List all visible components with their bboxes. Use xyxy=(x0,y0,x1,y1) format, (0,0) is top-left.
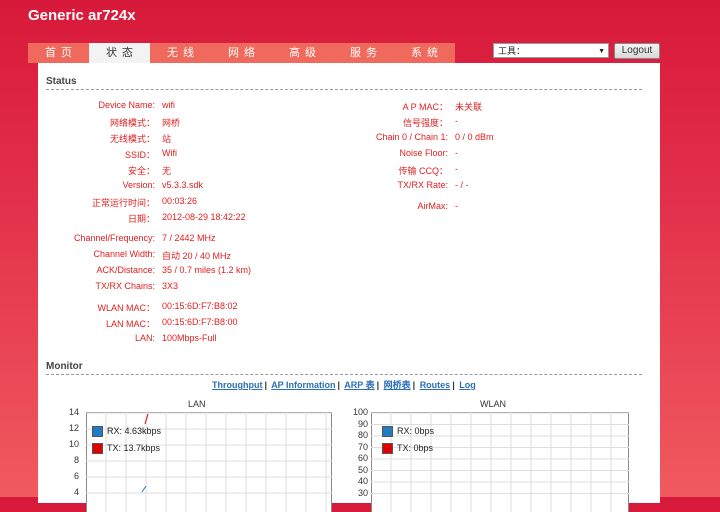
content-panel: Status Device Name: wifi 网络模式： 网桥无线模式： 站 SSID… xyxy=(38,63,660,503)
tab-3[interactable]: 网络 xyxy=(211,43,272,63)
status-label: 安全： xyxy=(38,164,155,177)
status-value: 无 xyxy=(162,164,171,177)
y-tick-label: 50 xyxy=(348,465,368,475)
status-label: 信号强度： xyxy=(338,116,448,129)
status-label: A P MAC： xyxy=(338,100,448,113)
legend-label: RX: 0bps xyxy=(397,426,434,436)
tools-select-value: 工具： xyxy=(498,46,525,56)
link-ap-information[interactable]: AP Information xyxy=(271,380,335,390)
status-value: 站 xyxy=(162,132,171,145)
link-arp-table[interactable]: ARP 表 xyxy=(344,380,374,390)
divider xyxy=(46,374,642,375)
y-tick-label: 6 xyxy=(59,471,79,481)
y-tick-label: 10 xyxy=(59,439,79,449)
status-label: 网络模式： xyxy=(38,116,155,129)
tab-2[interactable]: 无线 xyxy=(150,43,211,63)
y-tick-label: 60 xyxy=(348,453,368,463)
status-value: 00:03:26 xyxy=(162,196,197,206)
status-value: 7 / 2442 MHz xyxy=(162,233,216,243)
status-value: - xyxy=(455,116,458,126)
main-nav: 首页状态无线网络高级服务系统 xyxy=(28,43,455,63)
y-tick-label: 100 xyxy=(348,407,368,417)
status-label: Version: xyxy=(38,180,155,190)
status-value: 100Mbps-Full xyxy=(162,333,217,343)
status-label: 正常运行时间： xyxy=(38,196,155,209)
status-value: 0 / 0 dBm xyxy=(455,132,494,142)
status-value: 未关联 xyxy=(455,100,482,113)
tab-5[interactable]: 服务 xyxy=(333,43,394,63)
chevron-down-icon: ▼ xyxy=(598,44,605,59)
link-throughput[interactable]: Throughput xyxy=(212,380,262,390)
status-value: 00:15:6D:F7:B8:00 xyxy=(162,317,238,327)
status-value: - xyxy=(455,201,458,211)
status-value: 2012-08-29 18:42:22 xyxy=(162,212,246,222)
status-section-title: Status xyxy=(46,76,77,87)
tools-select[interactable]: 工具： ▼ xyxy=(493,43,609,58)
legend-label: TX: 0bps xyxy=(397,443,433,453)
status-value: 自动 20 / 40 MHz xyxy=(162,249,231,262)
status-label: Channel Width: xyxy=(38,249,155,259)
legend-swatch xyxy=(92,426,103,437)
status-label: Chain 0 / Chain 1: xyxy=(338,132,448,142)
legend-swatch xyxy=(92,443,103,454)
status-value: - / - xyxy=(455,180,469,190)
status-value: 网桥 xyxy=(162,116,180,129)
status-label: LAN MAC： xyxy=(38,317,155,330)
status-label: Channel/Frequency: xyxy=(38,233,155,243)
y-tick-label: 8 xyxy=(59,455,79,465)
legend-swatch xyxy=(382,426,393,437)
tab-1[interactable]: 状态 xyxy=(89,43,150,63)
y-tick-label: 12 xyxy=(59,423,79,433)
link-routes[interactable]: Routes xyxy=(420,380,451,390)
status-label: TX/RX Chains: xyxy=(38,281,155,291)
lan-chart-title: LAN xyxy=(188,399,206,409)
monitor-section-title: Monitor xyxy=(46,361,83,372)
logout-button[interactable]: Logout xyxy=(614,43,660,59)
status-label: AirMax: xyxy=(338,201,448,211)
app-title: Generic ar724x xyxy=(28,7,136,24)
status-value: - xyxy=(455,164,458,174)
y-tick-label: 4 xyxy=(59,487,79,497)
status-label: ACK/Distance: xyxy=(38,265,155,275)
link-log[interactable]: Log xyxy=(459,380,476,390)
status-label: 无线模式： xyxy=(38,132,155,145)
y-tick-label: 30 xyxy=(348,488,368,498)
tab-0[interactable]: 首页 xyxy=(28,43,89,63)
status-label: Device Name: xyxy=(38,100,155,110)
status-value: Wifi xyxy=(162,148,177,158)
y-tick-label: 80 xyxy=(348,430,368,440)
divider xyxy=(46,89,642,90)
legend-label: TX: 13.7kbps xyxy=(107,443,160,453)
monitor-links: Throughput| AP Information| ARP 表| 网桥表| … xyxy=(212,378,476,391)
wlan-chart-title: WLAN xyxy=(480,399,506,409)
legend-label: RX: 4.63kbps xyxy=(107,426,161,436)
link-bridge-table[interactable]: 网桥表 xyxy=(384,380,411,390)
status-value: 00:15:6D:F7:B8:02 xyxy=(162,301,238,311)
status-value: v5.3.3.sdk xyxy=(162,180,203,190)
legend-swatch xyxy=(382,443,393,454)
status-value: 3X3 xyxy=(162,281,178,291)
status-label: WLAN MAC： xyxy=(38,301,155,314)
tab-6[interactable]: 系统 xyxy=(394,43,455,63)
status-label: 日期： xyxy=(38,212,155,225)
tab-4[interactable]: 高级 xyxy=(272,43,333,63)
y-tick-label: 40 xyxy=(348,476,368,486)
y-tick-label: 90 xyxy=(348,419,368,429)
y-tick-label: 14 xyxy=(59,407,79,417)
status-label: TX/RX Rate: xyxy=(338,180,448,190)
status-label: Noise Floor: xyxy=(338,148,448,158)
status-value: 35 / 0.7 miles (1.2 km) xyxy=(162,265,251,275)
status-value: - xyxy=(455,148,458,158)
status-label: SSID： xyxy=(38,148,155,161)
status-label: 传输 CCQ： xyxy=(338,164,448,177)
status-value: wifi xyxy=(162,100,175,110)
y-tick-label: 70 xyxy=(348,442,368,452)
status-label: LAN: xyxy=(38,333,155,343)
